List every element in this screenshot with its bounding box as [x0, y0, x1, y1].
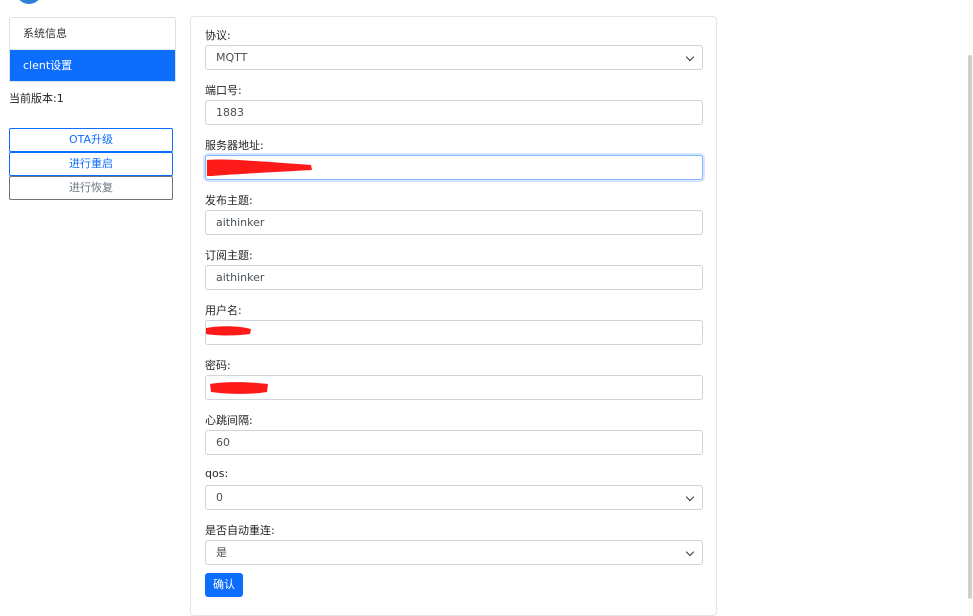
qos-select[interactable]: 0 — [205, 485, 703, 510]
chevron-down-icon — [685, 52, 695, 62]
chevron-down-icon — [685, 492, 695, 502]
publish-topic-value: aithinker — [216, 216, 265, 229]
heartbeat-input[interactable]: 60 — [205, 430, 703, 455]
current-version: 当前版本:1 — [9, 92, 64, 105]
redaction-mark — [210, 382, 268, 394]
port-value: 1883 — [216, 106, 244, 119]
server-label: 服务器地址: — [205, 139, 264, 152]
redaction-mark — [207, 159, 312, 176]
confirm-button[interactable]: 确认 — [205, 573, 243, 597]
chevron-down-icon — [685, 547, 695, 557]
publish-topic-input[interactable]: aithinker — [205, 210, 703, 235]
auto-reconnect-value: 是 — [216, 546, 227, 559]
protocol-select[interactable]: MQTT — [205, 45, 703, 70]
client-settings-form: 协议: MQTT 端口号: 1883 服务器地址: 发布主题: aithinke… — [190, 16, 717, 616]
logo — [16, 0, 42, 4]
sidebar-actions: OTA升级 进行重启 进行恢复 — [9, 128, 173, 200]
username-label: 用户名: — [205, 304, 242, 317]
password-input[interactable] — [205, 375, 703, 400]
port-label: 端口号: — [205, 84, 242, 97]
sidebar-item-system-info[interactable]: 系统信息 — [10, 18, 175, 50]
qos-value: 0 — [216, 491, 223, 504]
server-input[interactable] — [205, 155, 703, 180]
heartbeat-value: 60 — [216, 436, 230, 449]
subscribe-topic-value: aithinker — [216, 271, 265, 284]
heartbeat-label: 心跳间隔: — [205, 414, 253, 427]
protocol-value: MQTT — [216, 51, 248, 64]
password-label: 密码: — [205, 359, 231, 372]
subscribe-topic-label: 订阅主题: — [205, 249, 253, 262]
redaction-mark — [206, 326, 251, 336]
page-scrollbar[interactable] — [968, 55, 972, 599]
username-input[interactable] — [205, 320, 703, 345]
restart-button[interactable]: 进行重启 — [9, 152, 173, 176]
sidebar-item-client-settings[interactable]: clent设置 — [10, 50, 175, 81]
ota-upgrade-button[interactable]: OTA升级 — [9, 128, 173, 152]
port-input[interactable]: 1883 — [205, 100, 703, 125]
publish-topic-label: 发布主题: — [205, 194, 253, 207]
restore-button[interactable]: 进行恢复 — [9, 176, 173, 200]
subscribe-topic-input[interactable]: aithinker — [205, 265, 703, 290]
auto-reconnect-label: 是否自动重连: — [205, 524, 275, 537]
qos-label: qos: — [205, 467, 229, 480]
sidebar-menu: 系统信息 clent设置 — [9, 17, 176, 82]
protocol-label: 协议: — [205, 29, 231, 42]
auto-reconnect-select[interactable]: 是 — [205, 540, 703, 565]
